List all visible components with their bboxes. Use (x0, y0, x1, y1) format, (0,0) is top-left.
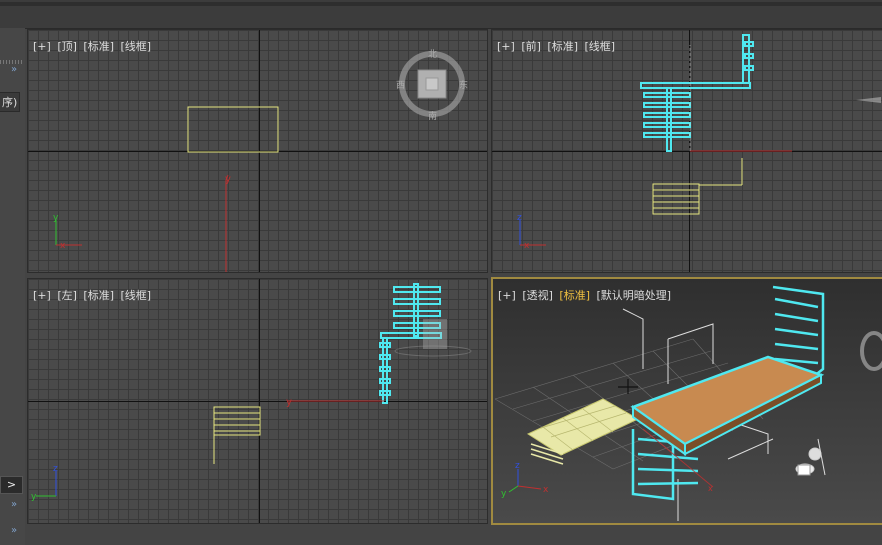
gizmo-y-label: y (225, 174, 231, 185)
axis-tripod-y: y (53, 213, 59, 223)
viewport-perspective[interactable]: [+] [透视] [标准] [默认明暗处理] x z x y (491, 277, 882, 525)
table-outline-top[interactable] (187, 106, 279, 153)
gizmo-x-label: x (708, 484, 713, 493)
viewcube-north[interactable]: 北 (428, 49, 437, 60)
table-object-left[interactable] (213, 406, 261, 464)
viewcube-east[interactable]: 东 (459, 79, 468, 91)
viewcube-west[interactable]: 西 (396, 80, 405, 91)
expand-panel-button[interactable]: > (0, 476, 23, 494)
panel-partial-label: 序) (0, 92, 21, 112)
viewcube-icon[interactable] (856, 97, 881, 103)
table-object-front[interactable] (652, 158, 743, 215)
axis-tripod-x: x (60, 241, 66, 251)
toolbar (0, 0, 882, 29)
chevron-right-icon[interactable]: » (11, 64, 17, 75)
transform-gizmo[interactable] (618, 379, 638, 394)
viewport-left[interactable]: [+] [左] [标准] [线框] y z y (27, 278, 488, 524)
shelf-object-selected[interactable] (640, 34, 754, 152)
axis-tripod-z: z (515, 461, 520, 471)
axis-tripod-x: x (543, 485, 549, 495)
chevron-right-icon[interactable]: » (11, 525, 17, 536)
viewcube-icon[interactable]: 北 南 西 东 (396, 48, 468, 120)
viewport-front[interactable]: [+] [前] [标准] [线框] z x (491, 29, 882, 273)
gizmo-y-label: y (286, 397, 292, 408)
axis-tripod-z: z (517, 213, 522, 223)
axis-tripod-y: y (31, 492, 37, 502)
table-object-perspective[interactable] (526, 398, 640, 465)
viewport-top[interactable]: [+] [顶] [标准] [线框] y y x 北 南 西 东 (27, 29, 488, 273)
viewcube-icon[interactable] (860, 331, 882, 371)
axis-tripod-x: x (524, 241, 530, 251)
axis-tripod-z: z (53, 464, 58, 474)
chevron-right-icon[interactable]: » (11, 499, 17, 510)
steering-wheel-icon[interactable] (795, 438, 826, 476)
axis-tripod-y: y (501, 489, 507, 499)
viewcube-south[interactable]: 南 (428, 110, 437, 120)
